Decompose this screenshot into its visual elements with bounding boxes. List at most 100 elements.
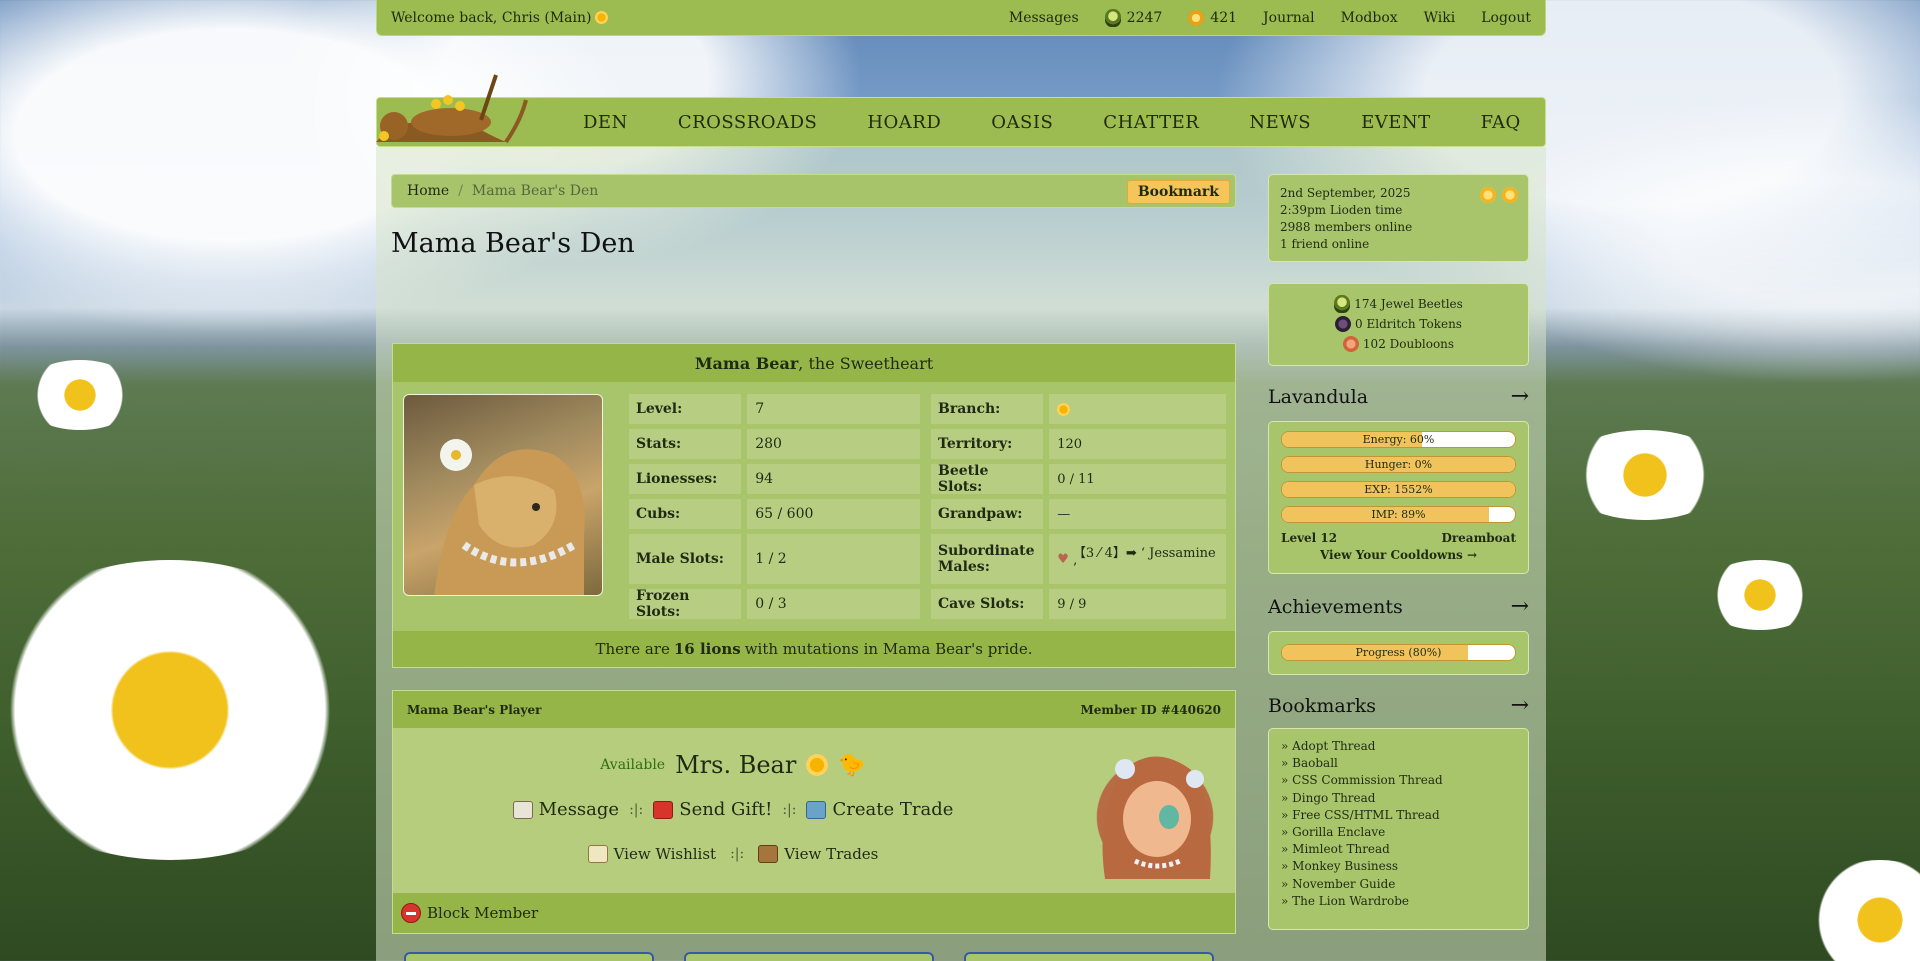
messages-link[interactable]: Messages — [1009, 10, 1079, 26]
stat-label: Cave Slots: — [931, 589, 1044, 619]
sidebar-currencies: 174 Jewel Beetles 0 Eldritch Tokens 102 … — [1268, 283, 1529, 366]
nav-chatter[interactable]: CHATTER — [1103, 112, 1199, 133]
exp-bar: EXP: 1552% — [1281, 481, 1516, 498]
eldritch-token-icon — [1335, 316, 1352, 332]
nav-den[interactable]: DEN — [583, 112, 628, 133]
logout-link[interactable]: Logout — [1481, 10, 1531, 26]
nav-faq[interactable]: FAQ — [1481, 112, 1521, 133]
nav-hoard[interactable]: HOARD — [867, 112, 941, 133]
beetles-count: 2247 — [1126, 9, 1163, 26]
lower-panel — [684, 952, 934, 961]
block-member-label: Block Member — [427, 904, 539, 922]
player-footer: Block Member — [393, 893, 1235, 933]
breadcrumb: Home / Mama Bear's Den Bookmark — [391, 174, 1236, 208]
player-avatar[interactable] — [1085, 739, 1225, 881]
gift-icon — [653, 800, 674, 819]
sun-icon — [595, 11, 609, 24]
stat-value: 65 / 600 — [747, 499, 921, 529]
create-trade-label: Create Trade — [832, 799, 954, 820]
welcome-message: Welcome back, Chris (Main) — [391, 10, 1009, 26]
bookmark-link[interactable]: » Monkey Business — [1281, 858, 1516, 875]
achievements-header: Achievements → — [1268, 594, 1529, 619]
player-secondary-actions: View Wishlist :|: View Trades — [393, 845, 1073, 863]
sun-icon — [1480, 187, 1496, 203]
subordinate-text: 【3 ⁄ 4】➡ ‘ Jessamine ’ — [1072, 546, 1216, 576]
envelope-icon — [512, 800, 533, 819]
create-trade-action[interactable]: Create Trade — [806, 799, 953, 820]
bookmark-link[interactable]: » Dingo Thread — [1281, 790, 1516, 807]
nav-crossroads[interactable]: CROSSROADS — [678, 112, 818, 133]
journal-link[interactable]: Journal — [1263, 10, 1315, 26]
nav-event[interactable]: EVENT — [1361, 112, 1431, 133]
energy-bar-label: Energy: 60% — [1362, 433, 1435, 446]
bookmark-button[interactable]: Bookmark — [1126, 180, 1230, 204]
heart-icon: ♥ — [1057, 551, 1069, 567]
den-lion-title: , the Sweetheart — [798, 353, 934, 373]
beetles-link[interactable]: 2247 — [1104, 8, 1163, 27]
bookmark-link[interactable]: » Free CSS/HTML Thread — [1281, 807, 1516, 824]
trade-icon — [806, 800, 827, 819]
subordinate-value[interactable]: ♥ 【3 ⁄ 4】➡ ‘ Jessamine ’ — [1049, 534, 1226, 584]
mutation-count[interactable]: 16 lions — [674, 640, 741, 658]
tokens-link[interactable]: 421 — [1188, 9, 1237, 26]
page-title: Mama Bear's Den — [391, 228, 635, 259]
lion-name[interactable]: Lavandula — [1268, 386, 1368, 408]
breadcrumb-home[interactable]: Home — [407, 183, 449, 199]
stat-value: 9 / 9 — [1049, 589, 1226, 619]
arrow-right-icon[interactable]: → — [1511, 594, 1529, 619]
arrow-right-icon[interactable]: → — [1511, 384, 1529, 409]
bookmark-link[interactable]: » The Lion Wardrobe — [1281, 893, 1516, 910]
bookmarks-title[interactable]: Bookmarks — [1268, 695, 1376, 717]
view-wishlist-action[interactable]: View Wishlist — [587, 845, 717, 863]
stat-label: Beetle Slots: — [931, 463, 1044, 495]
modbox-link[interactable]: Modbox — [1341, 10, 1398, 26]
bookmark-link[interactable]: » Baoball — [1281, 755, 1516, 772]
stat-value: 1 / 2 — [747, 534, 921, 584]
wiki-label: Wiki — [1423, 9, 1456, 26]
coin-icon — [1188, 9, 1205, 26]
divider: :|: — [782, 801, 797, 818]
daisy-decoration — [20, 360, 140, 430]
stat-label: Level: — [629, 394, 742, 424]
bookmarks-panel: » Adopt Thread » Baoball » CSS Commissio… — [1268, 728, 1529, 930]
block-member-action[interactable]: Block Member — [401, 903, 538, 923]
sun-icon — [1502, 187, 1518, 203]
mutation-pre: There are — [595, 640, 670, 658]
box-icon — [758, 845, 779, 863]
send-gift-action[interactable]: Send Gift! — [653, 799, 772, 820]
branch-sun-icon — [1057, 402, 1071, 416]
view-cooldowns-link[interactable]: View Your Cooldowns → — [1281, 548, 1516, 562]
den-stats: Level: 7 Branch: Stats: 280 Territory: 1… — [629, 394, 1226, 624]
imp-bar-label: IMP: 89% — [1371, 508, 1426, 521]
breadcrumb-current: Mama Bear's Den — [471, 183, 599, 199]
doubloon-icon — [1342, 336, 1359, 352]
bookmark-link[interactable]: » Gorilla Enclave — [1281, 824, 1516, 841]
bookmark-link[interactable]: » Mimleot Thread — [1281, 841, 1516, 858]
lion-portrait[interactable] — [403, 394, 603, 596]
achievements-title[interactable]: Achievements — [1268, 596, 1403, 618]
members-online[interactable]: 2988 members online — [1280, 219, 1517, 236]
wiki-link[interactable]: Wiki — [1424, 10, 1456, 26]
jewel-beetles-label: 174 Jewel Beetles — [1354, 297, 1463, 311]
sun-icon — [806, 754, 829, 776]
nav-oasis[interactable]: OASIS — [991, 112, 1053, 133]
view-wishlist-label: View Wishlist — [613, 845, 717, 863]
exp-bar-label: EXP: 1552% — [1364, 483, 1433, 496]
den-info-panel: Mama Bear, the Sweetheart Level: 7 Branc… — [392, 343, 1236, 668]
friends-online[interactable]: 1 friend online — [1280, 236, 1517, 253]
view-trades-action[interactable]: View Trades — [758, 845, 878, 863]
achievement-progress-label: Progress (80%) — [1355, 646, 1442, 659]
level-row: Level 12 Dreamboat — [1281, 531, 1516, 545]
stat-value: 0 / 3 — [747, 589, 921, 619]
bookmark-link[interactable]: » CSS Commission Thread — [1281, 772, 1516, 789]
bookmark-link[interactable]: » Adopt Thread — [1281, 738, 1516, 755]
site-logo[interactable] — [356, 60, 536, 150]
player-panel: Mama Bear's Player Member ID #440620 Ava… — [392, 690, 1236, 934]
nav-news[interactable]: NEWS — [1249, 112, 1311, 133]
bookmark-link[interactable]: » November Guide — [1281, 876, 1516, 893]
main-nav: DEN CROSSROADS HOARD OASIS CHATTER NEWS … — [376, 97, 1546, 147]
arrow-right-icon[interactable]: → — [1511, 693, 1529, 718]
lower-panel — [964, 952, 1214, 961]
player-heading-text: Mama Bear's Player — [407, 702, 542, 717]
message-action[interactable]: Message — [512, 799, 619, 820]
